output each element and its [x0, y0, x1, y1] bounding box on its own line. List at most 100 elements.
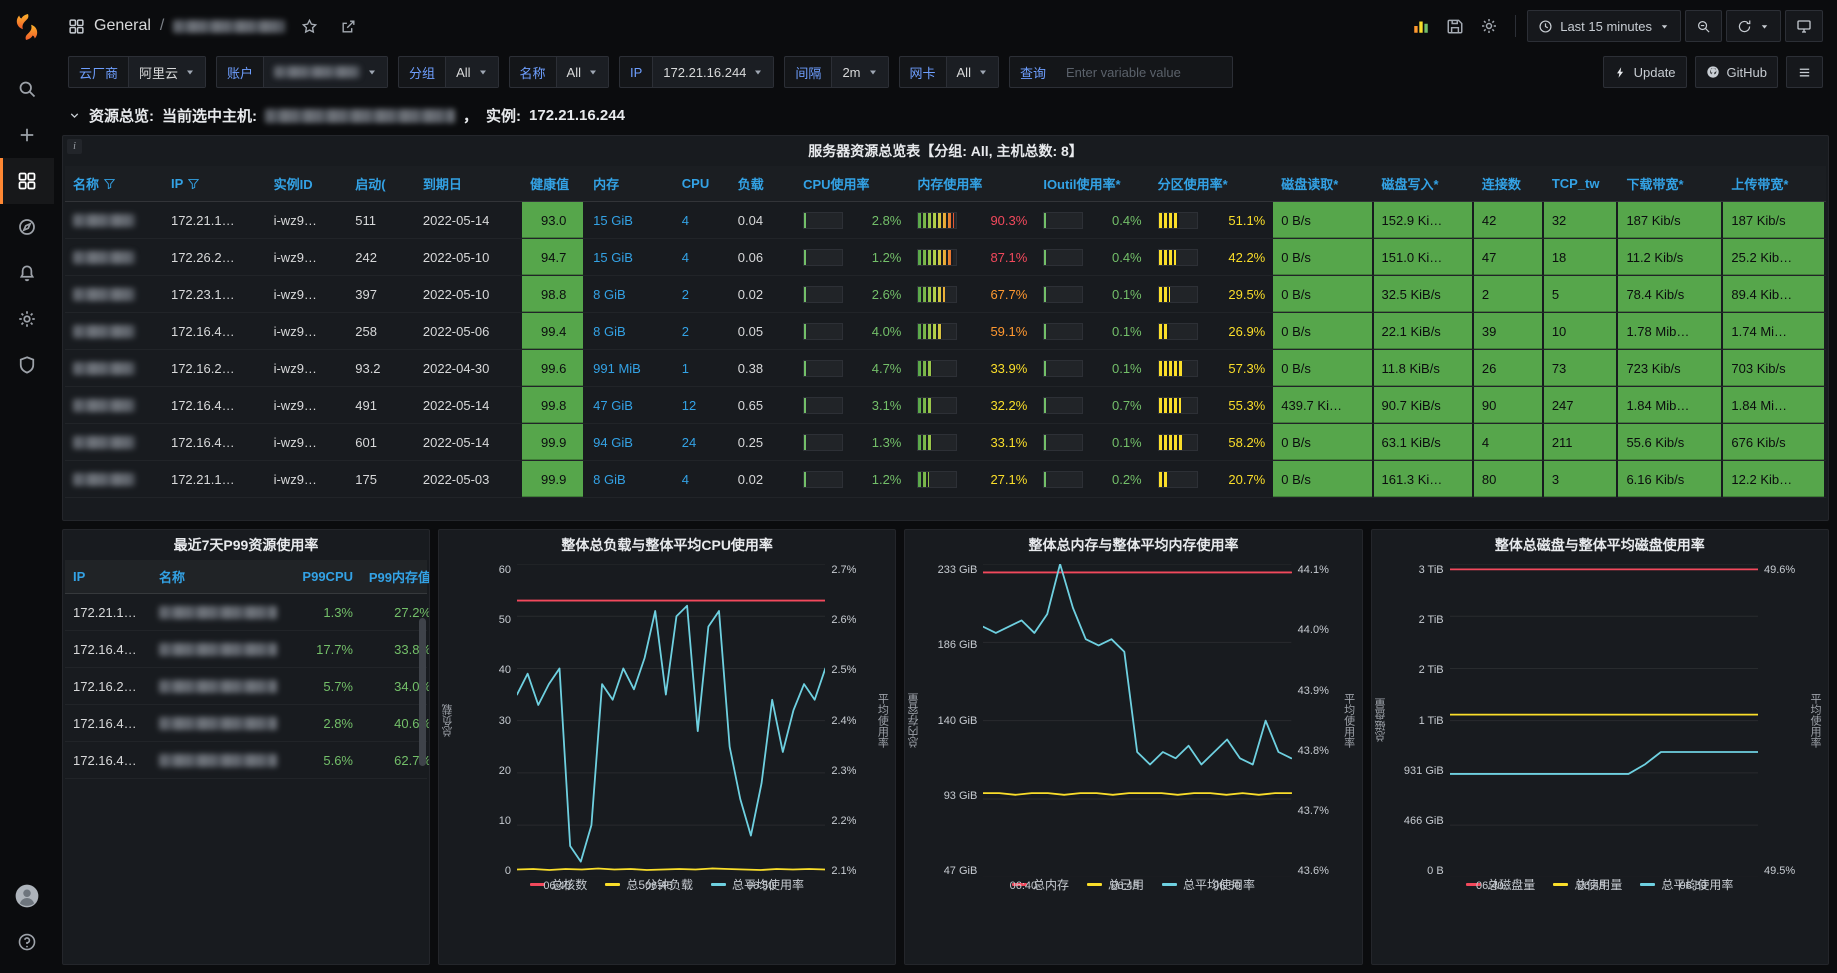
variable-value-dropdown[interactable]: 2m — [831, 57, 888, 87]
grafana-logo[interactable] — [10, 10, 44, 44]
cell-link[interactable]: 12 — [682, 398, 696, 413]
cell-cpu[interactable]: 1 — [674, 350, 730, 386]
update-button[interactable]: Update — [1602, 56, 1687, 88]
help-icon[interactable] — [0, 919, 54, 965]
chart-plot[interactable] — [1450, 564, 1758, 877]
cell-mem[interactable]: 94 GiB — [585, 424, 674, 460]
cell-link[interactable]: 4 — [682, 472, 689, 487]
share-icon[interactable] — [333, 11, 363, 41]
time-range-picker[interactable]: Last 15 minutes — [1527, 10, 1681, 42]
refresh-button[interactable] — [1726, 10, 1781, 42]
star-icon[interactable] — [294, 11, 324, 41]
cell-mem[interactable]: 8 GiB — [585, 276, 674, 312]
main-table-panel-title[interactable]: 服务器资源总览表【分组: All, 主机总数: 8】 — [63, 136, 1828, 166]
cycle-view-button[interactable] — [1785, 10, 1823, 42]
cell-cpu[interactable]: 2 — [674, 276, 730, 312]
create-plus-icon[interactable] — [0, 112, 54, 158]
variable-value-dropdown[interactable]: All — [445, 57, 498, 87]
disk-chart-title[interactable]: 整体总磁盘与整体平均磁盘使用率 — [1372, 530, 1828, 560]
dashboards-icon[interactable] — [0, 158, 54, 204]
refresh-interval-caret-icon[interactable] — [1759, 21, 1770, 32]
chart-plot[interactable] — [517, 564, 825, 877]
col-header-p99mem[interactable]: P99内存值 — [361, 560, 429, 593]
cell-link[interactable]: 991 MiB — [593, 361, 641, 376]
search-icon[interactable] — [0, 66, 54, 112]
save-dashboard-button[interactable] — [1440, 11, 1470, 41]
load-cpu-chart-title[interactable]: 整体总负载与整体平均CPU使用率 — [439, 530, 895, 560]
variable-value-dropdown[interactable]: 172.21.16.244 — [652, 57, 774, 87]
col-header-exp[interactable]: 到期日 — [415, 166, 522, 201]
cell-link[interactable]: 47 GiB — [593, 398, 633, 413]
cell-mem[interactable]: 47 GiB — [585, 387, 674, 423]
col-header-health[interactable]: 健康值 — [522, 166, 585, 201]
dashboard-name-redacted[interactable] — [173, 19, 286, 33]
cell-mem[interactable]: 8 GiB — [585, 461, 674, 497]
memory-chart-title[interactable]: 整体总内存与整体平均内存使用率 — [905, 530, 1361, 560]
col-header-id[interactable]: 实例ID — [266, 166, 348, 201]
cell-cpu[interactable]: 4 — [674, 461, 730, 497]
col-header-cpu[interactable]: CPU — [674, 166, 730, 201]
col-header-down[interactable]: 下载带宽* — [1618, 166, 1723, 201]
cell-link[interactable]: 2 — [682, 287, 689, 302]
col-header-ip[interactable]: IP — [65, 560, 151, 593]
col-header-dwrite[interactable]: 磁盘写入* — [1374, 166, 1474, 201]
zoom-out-button[interactable] — [1685, 10, 1722, 42]
cell-cpu[interactable]: 4 — [674, 239, 730, 275]
cell-link[interactable]: 24 — [682, 435, 696, 450]
right-axis-ticks: 2.7% 2.6% 2.5% 2.4% 2.3% 2.2% 2.1% — [829, 564, 871, 877]
configuration-gear-icon[interactable] — [0, 296, 54, 342]
col-header-cpu_pct[interactable]: CPU使用率 — [795, 166, 909, 201]
cell-link[interactable]: 94 GiB — [593, 435, 633, 450]
p99-panel-title[interactable]: 最近7天P99资源使用率 — [63, 530, 429, 560]
cell-cpu[interactable]: 2 — [674, 313, 730, 349]
menu-button[interactable] — [1786, 56, 1823, 88]
cell-mem[interactable]: 8 GiB — [585, 313, 674, 349]
col-header-name[interactable]: 名称 — [151, 560, 291, 593]
col-header-dread[interactable]: 磁盘读取* — [1273, 166, 1373, 201]
dashboard-settings-button[interactable] — [1474, 11, 1504, 41]
server-admin-shield-icon[interactable] — [0, 342, 54, 388]
col-header-tcp[interactable]: TCP_tw — [1544, 166, 1619, 201]
row-header-overview[interactable]: 资源总览: 当前选中主机: ， 实例: 172.21.16.244 — [54, 98, 1837, 135]
cell-link[interactable]: 15 GiB — [593, 213, 633, 228]
variable-value-input[interactable] — [1055, 57, 1232, 87]
breadcrumb-section[interactable]: General — [94, 17, 151, 35]
chart-plot[interactable] — [983, 564, 1291, 877]
cell-mem[interactable]: 15 GiB — [585, 202, 674, 238]
col-header-mem[interactable]: 内存 — [585, 166, 674, 201]
cell-link[interactable]: 2 — [682, 324, 689, 339]
col-header-up[interactable]: 启动( — [347, 166, 415, 201]
col-header-up_bw[interactable]: 上传带宽* — [1723, 166, 1826, 201]
cell-link[interactable]: 15 GiB — [593, 250, 633, 265]
github-button[interactable]: GitHub — [1694, 56, 1778, 88]
cell-link[interactable]: 4 — [682, 250, 689, 265]
cell-mem[interactable]: 15 GiB — [585, 239, 674, 275]
p99-scrollbar[interactable] — [419, 618, 426, 766]
col-header-name[interactable]: 名称 — [65, 166, 163, 201]
col-header-p99cpu[interactable]: P99CPU — [291, 560, 361, 593]
cell-cpu[interactable]: 12 — [674, 387, 730, 423]
panel-info-corner-icon[interactable]: i — [67, 139, 82, 154]
variable-value-dropdown[interactable]: All — [945, 57, 998, 87]
cell-link[interactable]: 8 GiB — [593, 472, 626, 487]
explore-compass-icon[interactable] — [0, 204, 54, 250]
col-header-part_pct[interactable]: 分区使用率* — [1150, 166, 1274, 201]
col-header-load[interactable]: 负载 — [730, 166, 795, 201]
cell-link[interactable]: 4 — [682, 213, 689, 228]
user-avatar[interactable] — [0, 873, 54, 919]
variable-value-dropdown[interactable]: All — [555, 57, 608, 87]
variable-value-dropdown[interactable] — [263, 57, 388, 87]
cell-cpu[interactable]: 4 — [674, 202, 730, 238]
alerting-bell-icon[interactable] — [0, 250, 54, 296]
cell-cpu[interactable]: 24 — [674, 424, 730, 460]
col-header-conn[interactable]: 连接数 — [1474, 166, 1544, 201]
cell-mem[interactable]: 991 MiB — [585, 350, 674, 386]
col-header-mem_pct[interactable]: 内存使用率 — [909, 166, 1035, 201]
cell-link[interactable]: 8 GiB — [593, 287, 626, 302]
variable-value-dropdown[interactable]: 阿里云 — [128, 57, 206, 87]
add-panel-button[interactable] — [1406, 11, 1436, 41]
cell-link[interactable]: 8 GiB — [593, 324, 626, 339]
col-header-io_pct[interactable]: IOutil使用率* — [1035, 166, 1149, 201]
cell-link[interactable]: 1 — [682, 361, 689, 376]
col-header-ip[interactable]: IP — [163, 166, 266, 201]
